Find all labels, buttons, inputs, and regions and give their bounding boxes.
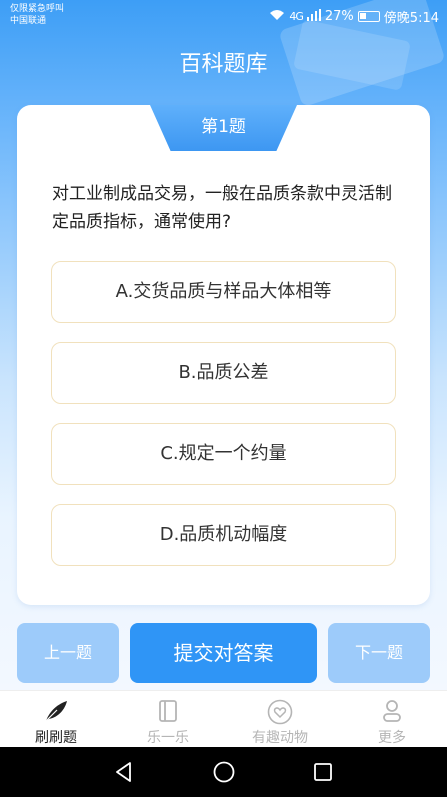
- tab-label: 乐一乐: [147, 730, 189, 746]
- status-indicators: 4G 27% 傍晚5:14: [269, 7, 439, 26]
- prev-question-button[interactable]: 上一题: [17, 623, 119, 683]
- person-icon: [336, 699, 447, 723]
- option-b[interactable]: B.品质公差: [51, 342, 396, 404]
- submit-answer-button[interactable]: 提交对答案: [130, 623, 317, 683]
- question-text: 对工业制成品交易，一般在品质条款中灵活制定品质指标，通常使用?: [52, 184, 392, 232]
- tab-animals[interactable]: 有趣动物: [224, 691, 336, 748]
- tab-label: 有趣动物: [252, 730, 308, 746]
- option-d[interactable]: D.品质机动幅度: [51, 504, 396, 566]
- tab-leyile[interactable]: 乐一乐: [112, 691, 224, 748]
- battery-icon: [357, 11, 380, 22]
- option-a[interactable]: A.交货品质与样品大体相等: [51, 261, 396, 323]
- tab-label: 更多: [378, 730, 406, 746]
- tab-shuashuati[interactable]: 刷刷题: [0, 691, 112, 748]
- carrier-line-1: 仅限紧急呼叫: [10, 4, 65, 14]
- recents-icon[interactable]: [311, 760, 335, 784]
- next-question-button[interactable]: 下一题: [328, 623, 430, 683]
- battery-percent: 27%: [324, 9, 354, 24]
- clock: 傍晚5:14: [383, 11, 439, 26]
- carrier-line-2: 中国联通: [10, 16, 47, 26]
- back-icon[interactable]: [112, 760, 136, 784]
- question-number-badge: 第1题: [150, 105, 297, 151]
- heart-icon: [224, 699, 336, 725]
- carrier-info: 仅限紧急呼叫 中国联通: [10, 3, 64, 27]
- network-type: 4G: [289, 10, 303, 23]
- book-icon: [112, 699, 224, 723]
- signal-icon: [306, 8, 321, 25]
- system-nav-bar: [0, 747, 447, 797]
- home-icon[interactable]: [212, 760, 236, 784]
- wifi-icon: [269, 9, 285, 25]
- status-bar: 仅限紧急呼叫 中国联通 4G 27% 傍晚5:14: [0, 0, 447, 30]
- feather-icon: [0, 699, 112, 723]
- tab-label: 刷刷题: [35, 730, 77, 746]
- tab-more[interactable]: 更多: [336, 691, 447, 748]
- page-title: 百科题库: [179, 52, 268, 77]
- bottom-tab-bar: 刷刷题 乐一乐 有趣动物 更多: [0, 690, 447, 747]
- option-c[interactable]: C.规定一个约量: [51, 423, 396, 485]
- question-card: 第1题 对工业制成品交易，一般在品质条款中灵活制定品质指标，通常使用? A.交货…: [17, 105, 430, 605]
